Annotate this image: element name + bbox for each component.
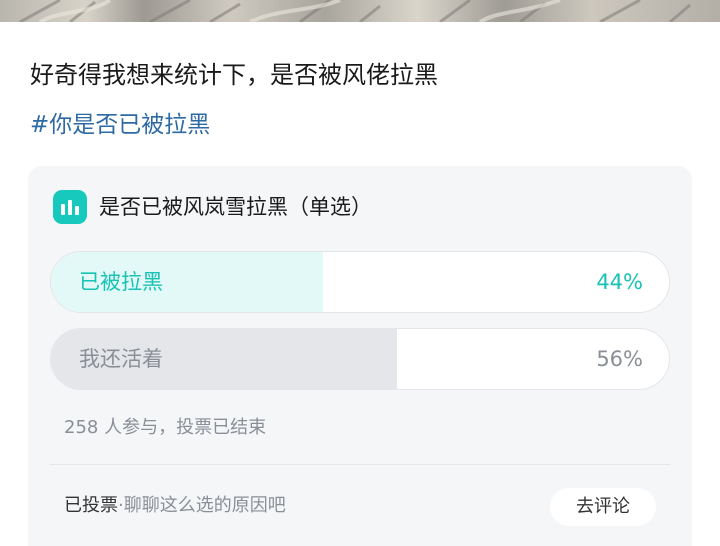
poll-title: 是否已被风岚雪拉黑（单选）	[99, 195, 372, 219]
post-title: 好奇得我想来统计下，是否被风佬拉黑	[30, 61, 438, 89]
poll-option-percent: 56%	[596, 347, 643, 371]
voted-label: 已投票	[64, 495, 118, 516]
poll-option-label: 已被拉黑	[79, 270, 163, 294]
divider	[50, 464, 670, 465]
poll-option-percent: 44%	[596, 270, 643, 294]
poll-option-alive[interactable]: 我还活着 56%	[50, 328, 670, 390]
comment-button[interactable]: 去评论	[550, 488, 656, 526]
poll-option-blocked[interactable]: 已被拉黑 44%	[50, 251, 670, 313]
poll-participation: 258 人参与，投票已结束	[64, 417, 267, 438]
bar-chart-icon	[53, 190, 87, 224]
header-image	[0, 0, 720, 22]
poll-card: 是否已被风岚雪拉黑（单选） 已被拉黑 44% 我还活着 56% 258 人参与，…	[28, 166, 692, 546]
poll-option-label: 我还活着	[79, 347, 163, 371]
topic-tag[interactable]: #你是否已被拉黑	[30, 108, 210, 142]
comment-prompt: 聊聊这么选的原因吧	[123, 495, 286, 516]
vote-status-row: 已投票·聊聊这么选的原因吧	[64, 492, 286, 520]
